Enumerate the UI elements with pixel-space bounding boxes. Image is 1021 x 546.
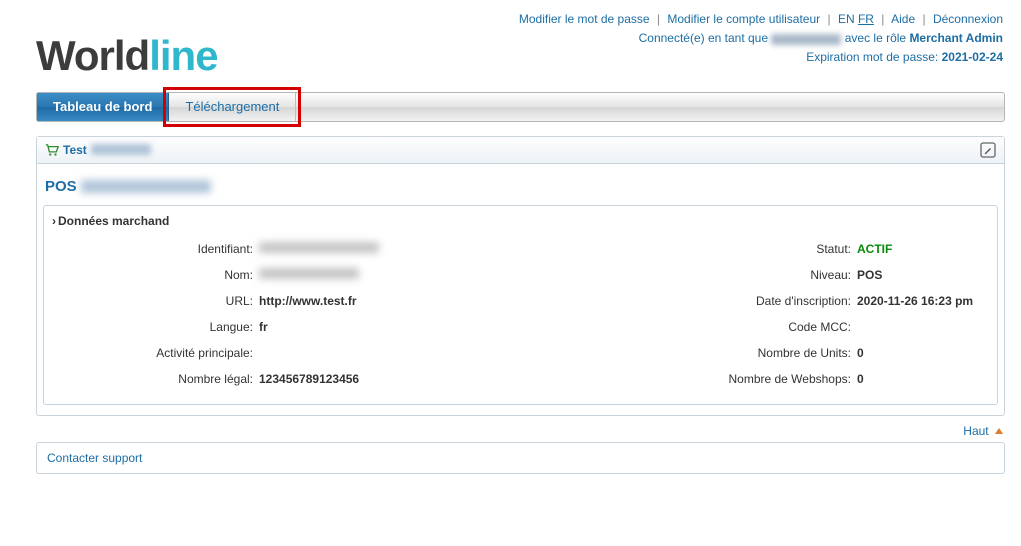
back-to-top: Haut xyxy=(36,416,1005,442)
change-password-link[interactable]: Modifier le mot de passe xyxy=(519,12,650,26)
label-code-mcc: Code MCC: xyxy=(509,320,857,334)
value-nombre-legal: 123456789123456 xyxy=(259,372,509,386)
tab-dashboard[interactable]: Tableau de bord xyxy=(37,93,169,121)
connected-suffix: avec le rôle xyxy=(845,31,906,45)
pos-title-blur xyxy=(81,180,211,193)
tab-dashboard-label: Tableau de bord xyxy=(53,99,152,114)
label-nombre-units: Nombre de Units: xyxy=(509,346,857,360)
pos-title: POS xyxy=(37,164,1004,205)
connected-role: Merchant Admin xyxy=(909,31,1003,45)
tab-download[interactable]: Téléchargement xyxy=(169,93,296,121)
triangle-up-icon xyxy=(995,428,1003,434)
chevron-right-icon: › xyxy=(52,214,56,228)
merchant-data-section: ›Données marchand Identifiant: Statut: A… xyxy=(43,205,998,405)
edit-icon[interactable] xyxy=(980,142,996,158)
label-nombre-webshops: Nombre de Webshops: xyxy=(509,372,857,386)
panel-header: Test xyxy=(37,137,1004,164)
label-activite: Activité principale: xyxy=(54,346,259,360)
label-date-inscription: Date d'inscription: xyxy=(509,294,857,308)
logout-link[interactable]: Déconnexion xyxy=(933,12,1003,26)
lang-en-link[interactable]: EN xyxy=(838,12,855,26)
cart-icon xyxy=(45,144,59,156)
data-grid: Identifiant: Statut: ACTIF Nom: Niveau: … xyxy=(44,238,997,404)
pw-expiry-value: 2021-02-24 xyxy=(942,50,1003,64)
tab-bar: Tableau de bord Téléchargement xyxy=(36,92,1005,122)
value-identifiant xyxy=(259,242,509,256)
label-langue: Langue: xyxy=(54,320,259,334)
back-to-top-link[interactable]: Haut xyxy=(963,424,1003,438)
tab-download-label: Téléchargement xyxy=(185,99,279,114)
value-niveau: POS xyxy=(857,268,987,282)
help-link[interactable]: Aide xyxy=(891,12,915,26)
lang-fr-link[interactable]: FR xyxy=(858,12,874,26)
value-nom xyxy=(259,268,509,282)
label-identifiant: Identifiant: xyxy=(54,242,259,256)
value-nombre-units: 0 xyxy=(857,346,987,360)
label-nom: Nom: xyxy=(54,268,259,282)
main-panel: Test POS ›Données marchand Identifiant: … xyxy=(36,136,1005,416)
value-langue: fr xyxy=(259,320,509,334)
value-date-inscription: 2020-11-26 16:23 pm xyxy=(857,294,987,308)
logo-left: World xyxy=(36,32,149,79)
label-niveau: Niveau: xyxy=(509,268,857,282)
contact-support-panel: Contacter support xyxy=(36,442,1005,474)
value-statut: ACTIF xyxy=(857,242,987,256)
panel-header-title: Test xyxy=(63,143,87,157)
value-nombre-webshops: 0 xyxy=(857,372,987,386)
label-statut: Statut: xyxy=(509,242,857,256)
label-nombre-legal: Nombre légal: xyxy=(54,372,259,386)
connected-prefix: Connecté(e) en tant que xyxy=(639,31,768,45)
section-heading[interactable]: ›Données marchand xyxy=(44,206,997,238)
contact-support-link[interactable]: Contacter support xyxy=(47,451,142,465)
value-url: http://www.test.fr xyxy=(259,294,509,308)
change-user-link[interactable]: Modifier le compte utilisateur xyxy=(667,12,820,26)
connected-username-blur xyxy=(771,34,841,45)
pw-expiry-label: Expiration mot de passe: xyxy=(806,50,938,64)
panel-header-blur xyxy=(91,144,151,155)
logo-right: line xyxy=(149,32,217,79)
label-url: URL: xyxy=(54,294,259,308)
